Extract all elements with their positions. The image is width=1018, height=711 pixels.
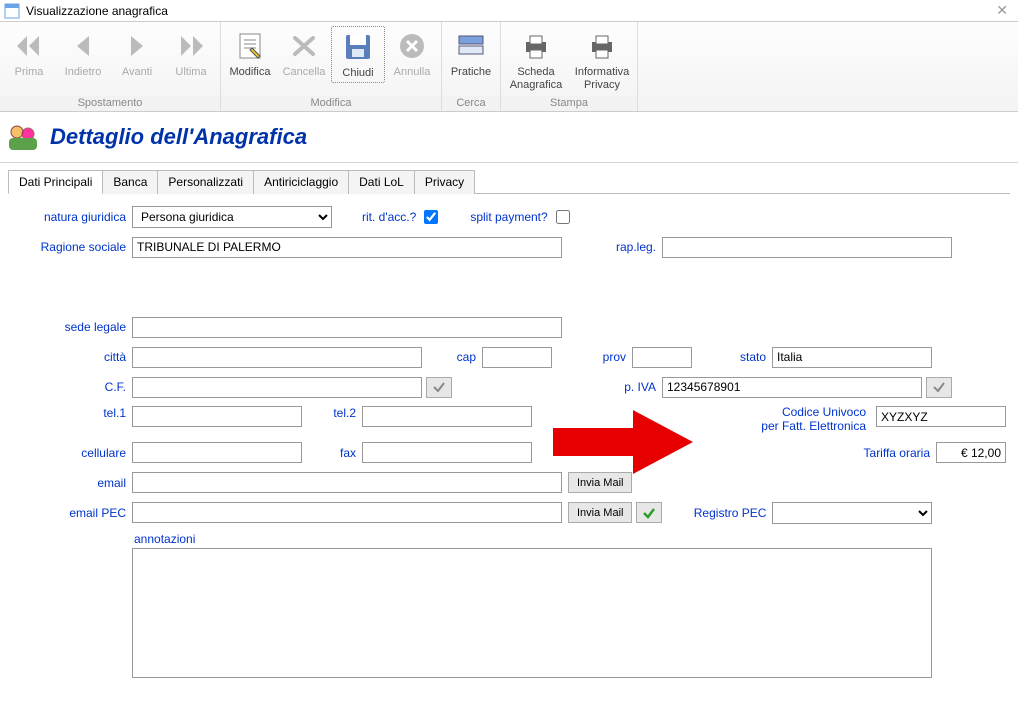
input-cap[interactable]: [482, 347, 552, 368]
titlebar: Visualizzazione anagrafica ✕: [0, 0, 1018, 22]
tab-privacy[interactable]: Privacy: [414, 170, 475, 194]
input-citta[interactable]: [132, 347, 422, 368]
select-registro-pec[interactable]: [772, 502, 932, 524]
page-header: Dettaglio dell'Anagrafica: [0, 112, 1018, 163]
button-invia-mail-pec[interactable]: Invia Mail: [568, 502, 632, 523]
input-tel2[interactable]: [362, 406, 532, 427]
label-citta: città: [12, 350, 132, 364]
page-title: Dettaglio dell'Anagrafica: [50, 124, 307, 150]
input-tel1[interactable]: [132, 406, 302, 427]
tab-banca[interactable]: Banca: [102, 170, 158, 194]
cancel-icon: [396, 30, 428, 62]
input-codice-univoco[interactable]: [876, 406, 1006, 427]
tabs: Dati Principali Banca Personalizzati Ant…: [8, 169, 1010, 194]
ribbon: Prima Indietro Avanti Ultima Spostamento…: [0, 22, 1018, 112]
input-cellulare[interactable]: [132, 442, 302, 463]
ribbon-btn-annulla[interactable]: Annulla: [385, 26, 439, 81]
first-icon: [13, 30, 45, 62]
ribbon-group-modifica: Modifica Cancella Chiudi Annulla Modific…: [221, 22, 442, 111]
label-piva: p. IVA: [612, 380, 662, 394]
button-invia-mail[interactable]: Invia Mail: [568, 472, 632, 493]
ribbon-btn-chiudi[interactable]: Chiudi: [331, 26, 385, 83]
tab-antiriciclaggio[interactable]: Antiriciclaggio: [253, 170, 349, 194]
delete-icon: [288, 30, 320, 62]
prev-icon: [67, 30, 99, 62]
label-split-payment: split payment?: [470, 210, 553, 224]
ribbon-btn-informativa-privacy[interactable]: Informativa Privacy: [569, 26, 635, 93]
label-email: email: [12, 476, 132, 490]
validate-cf-button[interactable]: [426, 377, 452, 398]
ribbon-group-label: Modifica: [221, 96, 441, 111]
edit-icon: [234, 30, 266, 62]
label-tel2: tel.2: [322, 406, 362, 420]
input-piva[interactable]: [662, 377, 922, 398]
tab-personalizzati[interactable]: Personalizzati: [157, 170, 254, 194]
printer-icon: [586, 30, 618, 62]
checkbox-rit-dacc[interactable]: [424, 210, 438, 224]
ribbon-btn-scheda-anagrafica[interactable]: Scheda Anagrafica: [503, 26, 569, 93]
input-tariffa-oraria[interactable]: [936, 442, 1006, 463]
tab-dati-principali[interactable]: Dati Principali: [8, 170, 103, 194]
ribbon-btn-indietro[interactable]: Indietro: [56, 26, 110, 81]
input-stato[interactable]: [772, 347, 932, 368]
label-natura-giuridica: natura giuridica: [12, 210, 132, 224]
close-icon[interactable]: ✕: [990, 2, 1014, 19]
label-registro-pec: Registro PEC: [682, 506, 772, 520]
label-fax: fax: [322, 446, 362, 460]
label-sede-legale: sede legale: [12, 320, 132, 334]
save-icon: [342, 31, 374, 63]
ribbon-group-label: Cerca: [442, 96, 500, 111]
people-icon: [6, 122, 40, 152]
printer-icon: [520, 30, 552, 62]
input-email[interactable]: [132, 472, 562, 493]
validate-piva-button[interactable]: [926, 377, 952, 398]
label-ragione-sociale: Ragione sociale: [12, 240, 132, 254]
label-rap-leg: rap.leg.: [612, 240, 662, 254]
ribbon-group-cerca: Pratiche Cerca: [442, 22, 501, 111]
label-codice-univoco: Codice Univoco per Fatt. Elettronica: [761, 406, 872, 434]
ribbon-btn-cancella[interactable]: Cancella: [277, 26, 331, 81]
input-rap-leg[interactable]: [662, 237, 952, 258]
tab-dati-lol[interactable]: Dati LoL: [348, 170, 415, 194]
checkbox-split-payment[interactable]: [556, 210, 570, 224]
ribbon-btn-avanti[interactable]: Avanti: [110, 26, 164, 81]
input-ragione-sociale[interactable]: [132, 237, 562, 258]
ribbon-btn-pratiche[interactable]: Pratiche: [444, 26, 498, 81]
select-natura-giuridica[interactable]: Persona giuridica: [132, 206, 332, 228]
input-fax[interactable]: [362, 442, 532, 463]
label-cap: cap: [442, 350, 482, 364]
validate-pec-button[interactable]: [636, 502, 662, 523]
window-title: Visualizzazione anagrafica: [26, 4, 168, 18]
ribbon-group-spostamento: Prima Indietro Avanti Ultima Spostamento: [0, 22, 221, 111]
input-cf[interactable]: [132, 377, 422, 398]
label-stato: stato: [732, 350, 772, 364]
label-cellulare: cellulare: [12, 446, 132, 460]
ribbon-btn-ultima[interactable]: Ultima: [164, 26, 218, 81]
label-cf: C.F.: [12, 380, 132, 394]
window-icon: [4, 3, 20, 19]
last-icon: [175, 30, 207, 62]
form-dati-principali: natura giuridica Persona giuridica rit. …: [0, 194, 1018, 701]
label-tel1: tel.1: [12, 406, 132, 420]
input-email-pec[interactable]: [132, 502, 562, 523]
ribbon-btn-prima[interactable]: Prima: [2, 26, 56, 81]
input-sede-legale[interactable]: [132, 317, 562, 338]
label-annotazioni: annotazioni: [132, 532, 932, 548]
ribbon-group-label: Spostamento: [0, 96, 220, 111]
label-rit-dacc: rit. d'acc.?: [362, 210, 422, 224]
label-tariffa-oraria: Tariffa oraria: [864, 446, 936, 460]
input-prov[interactable]: [632, 347, 692, 368]
next-icon: [121, 30, 153, 62]
label-prov: prov: [592, 350, 632, 364]
search-list-icon: [455, 30, 487, 62]
textarea-annotazioni[interactable]: [132, 548, 932, 678]
ribbon-btn-modifica[interactable]: Modifica: [223, 26, 277, 81]
label-email-pec: email PEC: [12, 506, 132, 520]
ribbon-group-stampa: Scheda Anagrafica Informativa Privacy St…: [501, 22, 638, 111]
ribbon-group-label: Stampa: [501, 96, 637, 111]
